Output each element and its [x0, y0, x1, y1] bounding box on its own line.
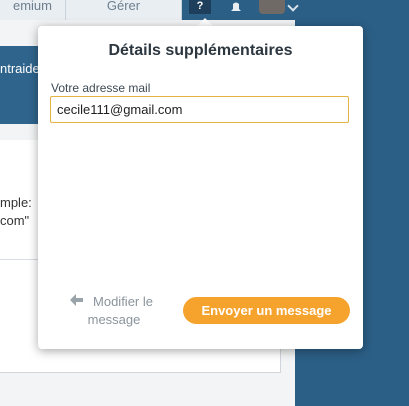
details-popover: Détails supplémentaires Votre adresse ma… — [38, 26, 363, 349]
user-avatar[interactable] — [259, 0, 285, 14]
tab-premium[interactable]: emium — [0, 0, 66, 20]
email-field[interactable] — [50, 96, 349, 123]
popover-title: Détails supplémentaires — [108, 42, 293, 59]
send-message-button[interactable]: Envoyer un message — [183, 297, 350, 324]
content-text-line: mple: — [0, 195, 32, 210]
modify-message-label: Modifier le message — [87, 294, 153, 327]
banner-text: ntraide — [0, 61, 40, 76]
tab-manage[interactable]: Gérer — [66, 0, 182, 20]
help-icon[interactable]: ? — [189, 0, 211, 14]
bell-icon[interactable] — [225, 0, 247, 14]
content-text-line: com" — [0, 213, 30, 228]
modify-message-link[interactable]: Modifier le message — [66, 293, 162, 329]
email-label: Votre adresse mail — [51, 81, 151, 95]
